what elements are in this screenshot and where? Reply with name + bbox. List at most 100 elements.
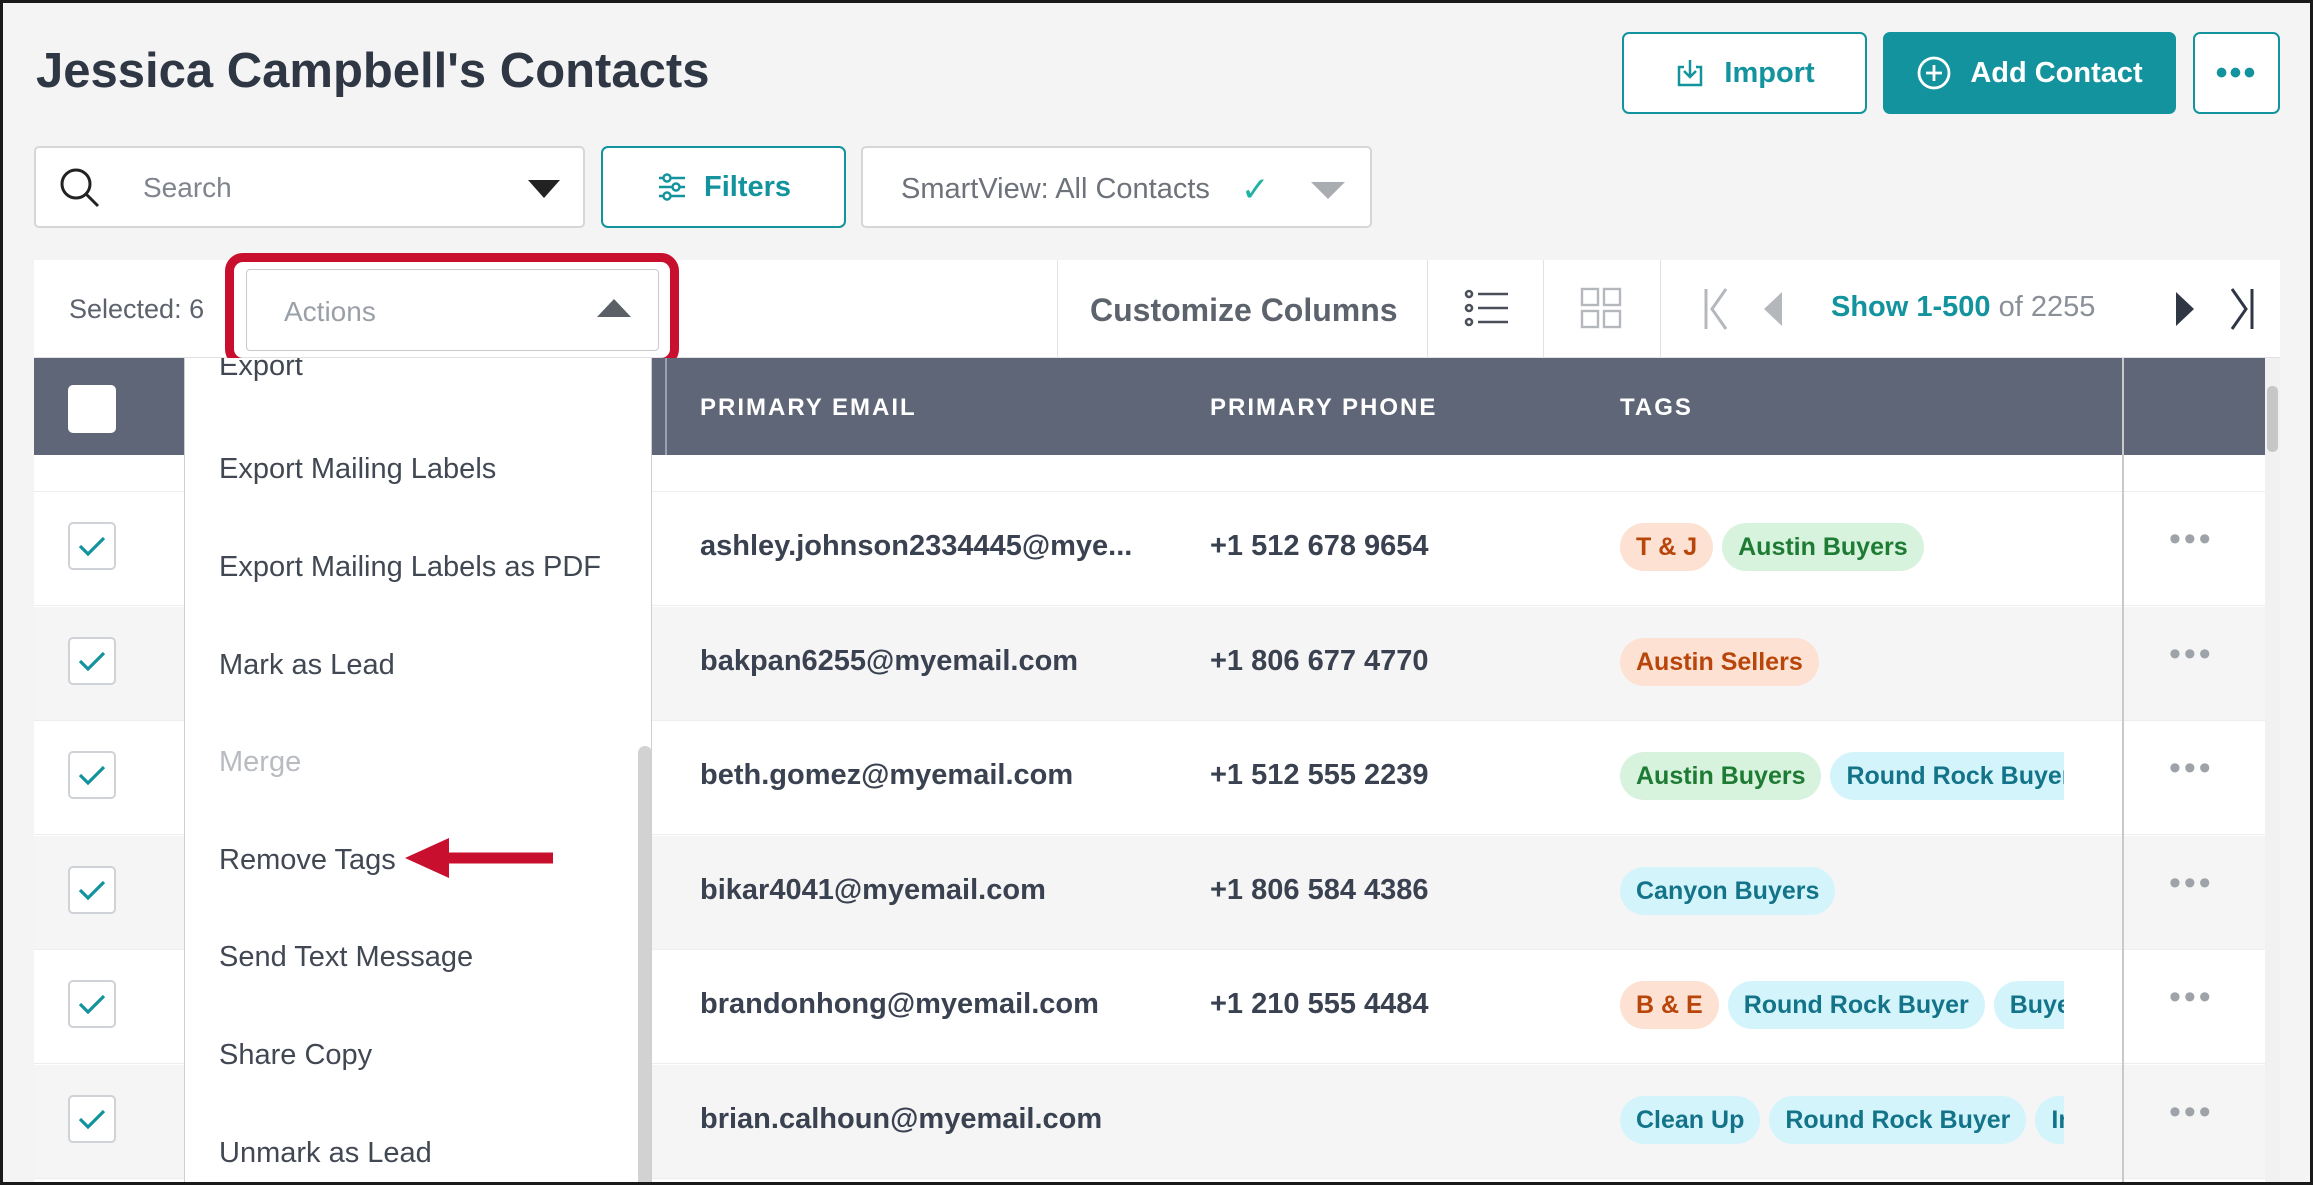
toolbar-divider (1057, 260, 1058, 358)
search-icon (60, 168, 100, 208)
import-button[interactable]: Import (1622, 32, 1867, 114)
filters-button[interactable]: Filters (601, 146, 846, 228)
contact-email[interactable]: brian.calhoun@myemail.com (700, 1103, 1102, 1136)
page-title: Jessica Campbell's Contacts (36, 44, 710, 98)
pagination-range: Show 1-500 (1831, 291, 1991, 323)
tag-badge: Austin Buyers (1722, 523, 1924, 571)
contact-phone: +1 210 555 4484 (1210, 988, 1429, 1020)
menu-item-merge: Merge (219, 746, 302, 778)
checkmark-icon (78, 651, 106, 671)
more-options-button[interactable]: ••• (2193, 32, 2280, 114)
column-header-tags[interactable]: TAGS (1620, 394, 1693, 422)
select-all-checkbox[interactable] (68, 385, 116, 433)
table-scrollbar-thumb[interactable] (2267, 386, 2278, 452)
toolbar-divider (1660, 260, 1661, 358)
contact-tags: Canyon Buyers (1620, 866, 2064, 917)
row-more-icon[interactable]: ••• (2169, 635, 2214, 674)
list-view-icon[interactable] (1464, 287, 1510, 329)
menu-item-export-mailing-labels[interactable]: Export Mailing Labels (219, 453, 496, 486)
checkmark-icon (78, 994, 106, 1015)
menu-item-export-mailing-labels-as-pdf[interactable]: Export Mailing Labels as PDF (219, 551, 601, 584)
import-icon (1678, 60, 1703, 87)
tag-badge: Round Rock Buyer (1830, 752, 2064, 800)
contact-tags: Clean UpRound Rock Buyer Inv (1620, 1095, 2064, 1146)
row-checkbox[interactable] (68, 980, 116, 1028)
smartview-select[interactable]: SmartView: All Contacts ✓ (861, 146, 1372, 228)
checkmark-icon (78, 880, 106, 900)
contact-phone: +1 806 677 4770 (1210, 644, 1429, 677)
contact-phone: +1 512 555 2239 (1210, 759, 1429, 791)
tag-badge: T & J (1620, 523, 1714, 571)
table-scrollbar[interactable] (2265, 358, 2280, 1182)
next-page-icon[interactable] (2172, 290, 2198, 328)
customize-columns-button[interactable]: Customize Columns (1090, 292, 1398, 329)
contact-email[interactable]: brandonhong@myemail.com (700, 988, 1099, 1021)
contact-tags: Austin Sellers (1620, 637, 2064, 688)
grid-view-icon[interactable] (1580, 287, 1622, 329)
menu-item-mark-as-lead[interactable]: Mark as Lead (219, 649, 395, 682)
tag-badge: Round Rock Buyer (1769, 1095, 2027, 1144)
row-more-icon[interactable]: ••• (2169, 864, 2214, 903)
search-input[interactable]: Search (143, 172, 232, 204)
actions-menu: Export Export Mailing Labels Export Mailin… (184, 358, 652, 1182)
row-checkbox[interactable] (68, 751, 116, 799)
tag-badge: Austin Sellers (1620, 637, 1819, 686)
search-dropdown-icon[interactable] (528, 180, 560, 198)
row-checkbox[interactable] (68, 636, 116, 685)
add-contact-button[interactable]: Add Contact (1883, 32, 2176, 114)
menu-item-export[interactable]: Export (219, 358, 303, 383)
last-page-icon[interactable] (2226, 287, 2256, 331)
tag-badge: Inv (2035, 1095, 2064, 1144)
tag-badge: Clean Up (1620, 1095, 1761, 1144)
pagination-total: of 2255 (1998, 291, 2096, 323)
tag-badge: Buyer (1993, 981, 2064, 1029)
row-checkbox[interactable] (68, 865, 116, 914)
checkmark-icon (78, 1109, 106, 1129)
selected-count: Selected: 6 (69, 294, 205, 324)
add-contact-label: Add Contact (1970, 56, 2143, 89)
contact-tags: B & ERound Rock BuyerBuyer (1620, 981, 2064, 1031)
app-window: Jessica Campbell's Contacts Import Add C… (0, 0, 2313, 1185)
column-header-email[interactable]: PRIMARY EMAIL (700, 394, 917, 422)
filters-icon (658, 173, 685, 201)
callout-highlight-box (225, 253, 679, 367)
check-icon: ✓ (1241, 171, 1270, 209)
tag-badge: Austin Buyers (1620, 752, 1822, 800)
menu-scrollbar-thumb[interactable] (638, 746, 651, 1182)
contact-tags: Austin Buyers Round Rock Buyer (1620, 752, 2064, 802)
tag-badge: Canyon Buyers (1620, 866, 1836, 915)
menu-item-share-copy[interactable]: Share Copy (219, 1039, 372, 1072)
tag-badge: Round Rock Buyer (1727, 981, 1985, 1029)
contact-email[interactable]: bakpan6255@myemail.com (700, 645, 1078, 678)
menu-item-send-text-message[interactable]: Send Text Message (219, 941, 473, 974)
contact-email[interactable]: ashley.johnson2334445@mye... (700, 530, 1132, 563)
callout-arrow-icon (405, 838, 553, 878)
column-divider (665, 358, 667, 455)
menu-item-unmark-as-lead[interactable]: Unmark as Lead (219, 1137, 432, 1170)
previous-page-icon[interactable] (1760, 290, 1786, 328)
actions-column-divider (2122, 358, 2124, 1182)
contact-email[interactable]: bikar4041@myemail.com (700, 874, 1046, 907)
checkmark-icon (78, 536, 106, 557)
selection-bar: Selected: 6 Actions Customize Columns Sh… (34, 253, 2280, 367)
row-more-icon[interactable]: ••• (2169, 520, 2214, 559)
filters-label: Filters (703, 170, 792, 203)
row-more-icon[interactable]: ••• (2169, 978, 2214, 1017)
row-more-icon[interactable]: ••• (2169, 1093, 2214, 1132)
row-checkbox[interactable] (68, 1094, 116, 1143)
search-box[interactable]: Search (34, 146, 585, 228)
contact-email[interactable]: beth.gomez@myemail.com (700, 759, 1073, 792)
column-header-phone[interactable]: PRIMARY PHONE (1210, 394, 1437, 422)
toolbar-divider (1543, 260, 1544, 358)
contact-phone: +1 806 584 4386 (1210, 873, 1429, 906)
more-dots-icon: ••• (2215, 53, 2258, 92)
contact-phone: +1 512 678 9654 (1210, 530, 1429, 562)
contact-tags: T & J Austin Buyers (1620, 523, 2064, 573)
plus-circle-icon (1917, 56, 1951, 90)
checkmark-icon (78, 765, 106, 786)
first-page-icon[interactable] (1702, 287, 1732, 331)
row-more-icon[interactable]: ••• (2169, 749, 2214, 788)
row-checkbox[interactable] (68, 522, 116, 570)
toolbar-divider (1427, 260, 1428, 358)
menu-item-remove-tags[interactable]: Remove Tags (219, 844, 396, 877)
